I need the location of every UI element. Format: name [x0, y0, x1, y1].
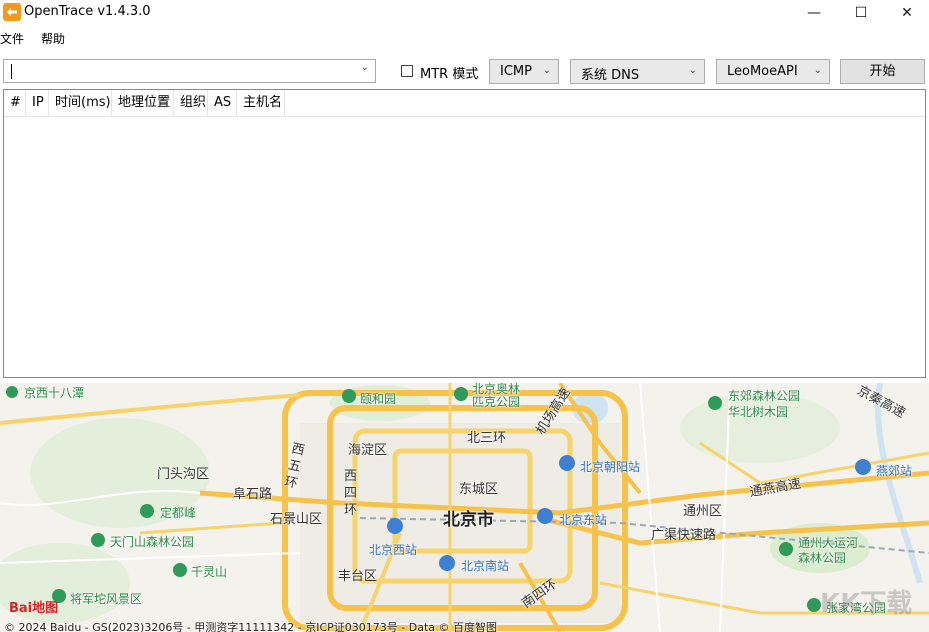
map-label: 千灵山: [191, 565, 228, 579]
map-copyright: © 2024 Baidu - GS(2023)3206号 - 甲测资字11111…: [4, 621, 498, 632]
map-label: 将军坨风景区: [70, 592, 143, 606]
map-label: 通州大运河森林公园: [798, 536, 859, 565]
map-view[interactable]: 京西十八潭 颐和园 北京奥林匹克公园 东郊森林公园 华北树木园 京秦高速 海淀区…: [0, 383, 929, 632]
trace-results-table[interactable]: # IP 时间(ms) 地理位置 组织 AS 主机名: [3, 89, 926, 378]
map-label: 阜石路: [233, 487, 273, 502]
mtr-label[interactable]: MTR 模式: [420, 63, 478, 82]
close-button[interactable]: ✕: [884, 0, 929, 26]
baidu-map-logo: Bai地图: [9, 601, 59, 616]
map-label: 燕郊站: [876, 464, 913, 478]
api-select[interactable]: LeoMoeAPI ⌄: [716, 59, 830, 84]
map-label: 北京西站: [369, 543, 418, 557]
header-divider: [4, 116, 925, 117]
column-header-ip[interactable]: IP: [26, 90, 49, 116]
protocol-value: ICMP: [500, 64, 532, 79]
chevron-down-icon: ⌄: [542, 65, 551, 76]
column-header-location[interactable]: 地理位置: [112, 90, 174, 116]
map-label: 天门山森林公园: [110, 535, 195, 549]
minimize-button[interactable]: —: [791, 0, 837, 26]
map-label: 海淀区: [348, 443, 388, 458]
menu-help[interactable]: 帮助: [41, 30, 65, 47]
title-bar: OpenTrace v1.4.3.0 — ☐ ✕: [0, 0, 929, 26]
map-label: 北京市: [443, 510, 494, 530]
maximize-icon: ☐: [854, 5, 868, 21]
column-header-org[interactable]: 组织: [174, 90, 208, 116]
start-button[interactable]: 开始: [840, 59, 925, 84]
map-label: 北京东站: [559, 513, 608, 527]
maximize-button[interactable]: ☐: [838, 0, 884, 26]
dns-value: 系统 DNS: [581, 68, 640, 83]
window-title: OpenTrace v1.4.3.0: [24, 4, 151, 19]
map-label: 西四环: [343, 469, 357, 518]
dns-select[interactable]: 系统 DNS ⌄: [570, 59, 705, 84]
close-icon: ✕: [901, 5, 913, 21]
column-header-index[interactable]: #: [4, 90, 26, 116]
chevron-down-icon[interactable]: ⌄: [361, 62, 369, 73]
map-label: 颐和园: [360, 392, 397, 406]
api-value: LeoMoeAPI: [727, 64, 798, 79]
column-header-as[interactable]: AS: [208, 90, 237, 116]
map-label: 北京南站: [461, 559, 510, 573]
host-input[interactable]: ⌄: [3, 59, 376, 83]
chevron-down-icon: ⌄: [813, 65, 822, 76]
mtr-checkbox[interactable]: [401, 65, 413, 77]
map-label: 通州区: [683, 504, 723, 519]
map-label: 北三环: [467, 431, 507, 446]
map-label: 广渠快速路: [651, 528, 717, 543]
map-label: 东郊森林公园: [728, 389, 801, 403]
minimize-icon: —: [807, 5, 821, 21]
map-label: 定都峰: [160, 506, 197, 520]
app-logo-icon: [3, 3, 21, 21]
map-label: 东城区: [459, 482, 499, 497]
map-label: 京西十八潭: [24, 386, 85, 400]
text-caret: [11, 64, 12, 79]
menu-file[interactable]: 文件: [0, 30, 24, 47]
protocol-select[interactable]: ICMP ⌄: [489, 59, 559, 84]
chevron-down-icon: ⌄: [688, 65, 697, 76]
watermark: KK下载: [820, 589, 913, 619]
map-label: 华北树木园: [728, 405, 789, 419]
column-header-hostname[interactable]: 主机名: [237, 90, 285, 116]
map-label: 丰台区: [338, 569, 378, 584]
map-label: 石景山区: [270, 512, 323, 527]
column-header-time[interactable]: 时间(ms): [49, 90, 112, 116]
map-label: 北京奥林匹克公园: [472, 383, 521, 409]
map-label: 北京朝阳站: [580, 460, 641, 474]
map-label: 门头沟区: [157, 467, 210, 482]
